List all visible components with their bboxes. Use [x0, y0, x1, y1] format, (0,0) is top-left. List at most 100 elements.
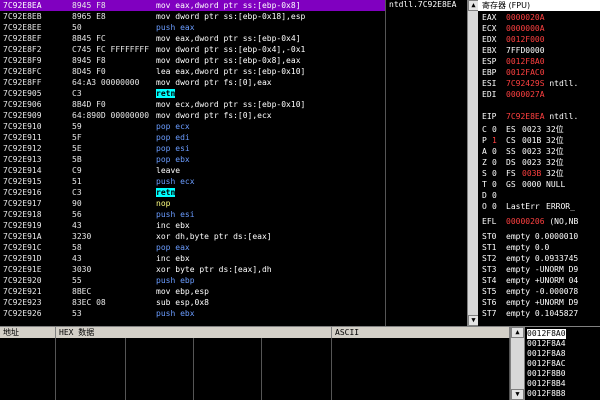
- disasm-row[interactable]: 7C92E8EF 8B45 FC mov eax,dword ptr ss:[ebp…: [0, 33, 385, 44]
- disasm-address: 7C92E8EB: [3, 12, 42, 21]
- disasm-opcode: retn: [156, 89, 176, 98]
- disasm-opcode: pop: [156, 155, 171, 164]
- disassembly-pane[interactable]: 7C92E8EA 8945 F8 mov eax,dword ptr ss:[ebp…: [0, 0, 385, 326]
- register-value: 7FFD0000: [506, 46, 545, 55]
- stack-row[interactable]: 0012F8B0: [527, 369, 566, 379]
- flag-value: 0: [492, 180, 497, 189]
- stack-row[interactable]: 0012F8A0: [527, 329, 566, 339]
- disasm-row[interactable]: 7C92E919 43 inc ebx: [0, 220, 385, 231]
- disasm-operands: ecx: [175, 122, 190, 131]
- disasm-address: 7C92E919: [3, 221, 42, 230]
- segment-name: ES: [506, 125, 516, 134]
- disasm-instruction: mov dword ptr ss:[ebp-0x8],eax: [156, 55, 382, 66]
- register-value: 00000206: [506, 217, 545, 226]
- register-efl[interactable]: EFL 00000206 (NO,NB: [482, 216, 578, 227]
- register-esi[interactable]: ESI 7C92429S ntdll.: [482, 78, 578, 89]
- disasm-row[interactable]: 7C92E914 C9 leave: [0, 165, 385, 176]
- disasm-address: 7C92E916: [3, 188, 42, 197]
- disasm-row[interactable]: 7C92E921 8BEC mov ebp,esp: [0, 286, 385, 297]
- disasm-address: 7C92E913: [3, 155, 42, 164]
- dump-scrollbar[interactable]: ▲ ▼: [510, 327, 525, 400]
- disasm-operands: ebx: [175, 254, 190, 263]
- dump-hex-column: [126, 338, 194, 400]
- registers-pane[interactable]: 寄存器 (FPU) EAX 0000020A ECX 0000000A EDX 0012F…: [478, 0, 600, 326]
- disasm-row[interactable]: 7C92E915 51 push ecx: [0, 176, 385, 187]
- disasm-row[interactable]: 7C92E8FF 64:A3 00000000 mov dword ptr fs:[…: [0, 77, 385, 88]
- disasm-address: 7C92E91D: [3, 254, 42, 263]
- register-ecx[interactable]: ECX 0000000A: [482, 23, 545, 34]
- fpu-register-st0[interactable]: ST0 empty 0.0000010: [482, 231, 578, 242]
- disasm-row[interactable]: 7C92E8F9 8945 F8 mov dword ptr ss:[ebp-0x8…: [0, 55, 385, 66]
- disasm-row[interactable]: 7C92E918 56 push esi: [0, 209, 385, 220]
- disasm-row[interactable]: 7C92E910 59 pop ecx: [0, 121, 385, 132]
- register-edi[interactable]: EDI 0000027A: [482, 89, 545, 100]
- disasm-row[interactable]: 7C92E923 83EC 08 sub esp,0x8: [0, 297, 385, 308]
- disasm-row[interactable]: 7C92E91E 3030 xor byte ptr ds:[eax],dh: [0, 264, 385, 275]
- fpu-register-st7[interactable]: ST7 empty 0.1045827: [482, 308, 578, 319]
- disasm-operands: ebx: [175, 155, 190, 164]
- register-name: ST1: [482, 243, 497, 252]
- disasm-hex: 8965 E8: [72, 12, 106, 21]
- dump-header-hex[interactable]: HEX 数据: [56, 327, 332, 338]
- stack-row[interactable]: 0012F8A8: [527, 349, 566, 359]
- disasm-row[interactable]: 7C92E91C 58 pop eax: [0, 242, 385, 253]
- disasm-row[interactable]: 7C92E8F2 C745 FC FFFFFFFF mov dword ptr ss…: [0, 44, 385, 55]
- disasm-instruction: push ebx: [156, 308, 382, 319]
- flag-row[interactable]: T 0 GS 0000 NULL: [482, 179, 565, 190]
- stack-row[interactable]: 0012F8A4: [527, 339, 566, 349]
- fpu-register-st3[interactable]: ST3 empty -UNORM D9: [482, 264, 578, 275]
- stack-pane[interactable]: 0012F8A0 0012F8A4 0012F8A8 0012F8AC 0012F8B0…: [524, 327, 600, 400]
- dump-header-address[interactable]: 地址: [0, 327, 56, 338]
- disasm-row[interactable]: 7C92E912 5E pop esi: [0, 143, 385, 154]
- fpu-register-st2[interactable]: ST2 empty 0.0933745: [482, 253, 578, 264]
- disasm-row[interactable]: 7C92E909 64:890D 00000000 mov dword ptr fs…: [0, 110, 385, 121]
- segment-value: ERROR_: [546, 202, 575, 211]
- register-ebp[interactable]: EBP 0012FAC0: [482, 67, 545, 78]
- disasm-opcode: mov: [156, 78, 171, 87]
- flag-value: 1: [492, 136, 497, 145]
- flag-row[interactable]: P 1 CS 001B 32位: [482, 135, 564, 146]
- memory-dump-pane[interactable]: 地址 HEX 数据 ASCII: [0, 327, 524, 400]
- disasm-row[interactable]: 7C92E8FC 8D45 F0 lea eax,dword ptr ss:[ebp…: [0, 66, 385, 77]
- disasm-row[interactable]: 7C92E91A 3230 xor dh,byte ptr ds:[eax]: [0, 231, 385, 242]
- stack-row[interactable]: 0012F8AC: [527, 359, 566, 369]
- register-edx[interactable]: EDX 0012F000: [482, 34, 545, 45]
- segment-name: LastErr: [506, 202, 540, 211]
- fpu-register-st1[interactable]: ST1 empty 0.0: [482, 242, 549, 253]
- register-ebx[interactable]: EBX 7FFD0000: [482, 45, 545, 56]
- disasm-row[interactable]: 7C92E920 55 push ebp: [0, 275, 385, 286]
- dump-header-ascii[interactable]: ASCII: [332, 327, 510, 338]
- fpu-register-st4[interactable]: ST4 empty +UNORM 04: [482, 275, 578, 286]
- disasm-address: 7C92E921: [3, 287, 42, 296]
- register-eip[interactable]: EIP 7C92E8EA ntdll.: [482, 111, 578, 122]
- disasm-row[interactable]: 7C92E905 C3 retn: [0, 88, 385, 99]
- fpu-register-st5[interactable]: ST5 empty -0.000078: [482, 286, 578, 297]
- disasm-row[interactable]: 7C92E8EA 8945 F8 mov eax,dword ptr ss:[ebp…: [0, 0, 385, 11]
- register-value: 0012FAC0: [506, 68, 545, 77]
- scroll-down-icon[interactable]: ▼: [511, 389, 524, 400]
- disasm-row[interactable]: 7C92E913 5B pop ebx: [0, 154, 385, 165]
- disasm-row[interactable]: 7C92E8EE 50 push eax: [0, 22, 385, 33]
- scroll-up-icon[interactable]: ▲: [511, 327, 524, 338]
- flag-name: D: [482, 191, 487, 200]
- fpu-register-st6[interactable]: ST6 empty +UNORM D9: [482, 297, 578, 308]
- register-esp[interactable]: ESP 0012F8A0: [482, 56, 545, 67]
- disasm-row[interactable]: 7C92E926 53 push ebx: [0, 308, 385, 319]
- flag-row[interactable]: A 0 SS 0023 32位: [482, 146, 564, 157]
- disasm-row[interactable]: 7C92E916 C3 retn: [0, 187, 385, 198]
- stack-row[interactable]: 0012F8B4: [527, 379, 566, 389]
- disasm-address: 7C92E920: [3, 276, 42, 285]
- disasm-row[interactable]: 7C92E906 8B4D F0 mov ecx,dword ptr ss:[ebp…: [0, 99, 385, 110]
- disasm-row[interactable]: 7C92E8EB 8965 E8 mov dword ptr ss:[ebp-0x1…: [0, 11, 385, 22]
- flag-row[interactable]: D0: [482, 190, 506, 201]
- flag-row[interactable]: Z 0 DS 0023 32位: [482, 157, 564, 168]
- register-eax[interactable]: EAX 0000020A: [482, 12, 545, 23]
- disasm-row[interactable]: 7C92E91D 43 inc ebx: [0, 253, 385, 264]
- flag-row[interactable]: C 0 ES 0023 32位: [482, 124, 564, 135]
- disasm-row[interactable]: 7C92E917 90 nop: [0, 198, 385, 209]
- disasm-row[interactable]: 7C92E911 5F pop edi: [0, 132, 385, 143]
- flag-row[interactable]: O 0 LastErr ERROR_: [482, 201, 586, 212]
- flag-row[interactable]: S 0 FS 003B 32位: [482, 168, 564, 179]
- disasm-hex: 56: [72, 210, 82, 219]
- stack-row[interactable]: 0012F8B8: [527, 389, 566, 399]
